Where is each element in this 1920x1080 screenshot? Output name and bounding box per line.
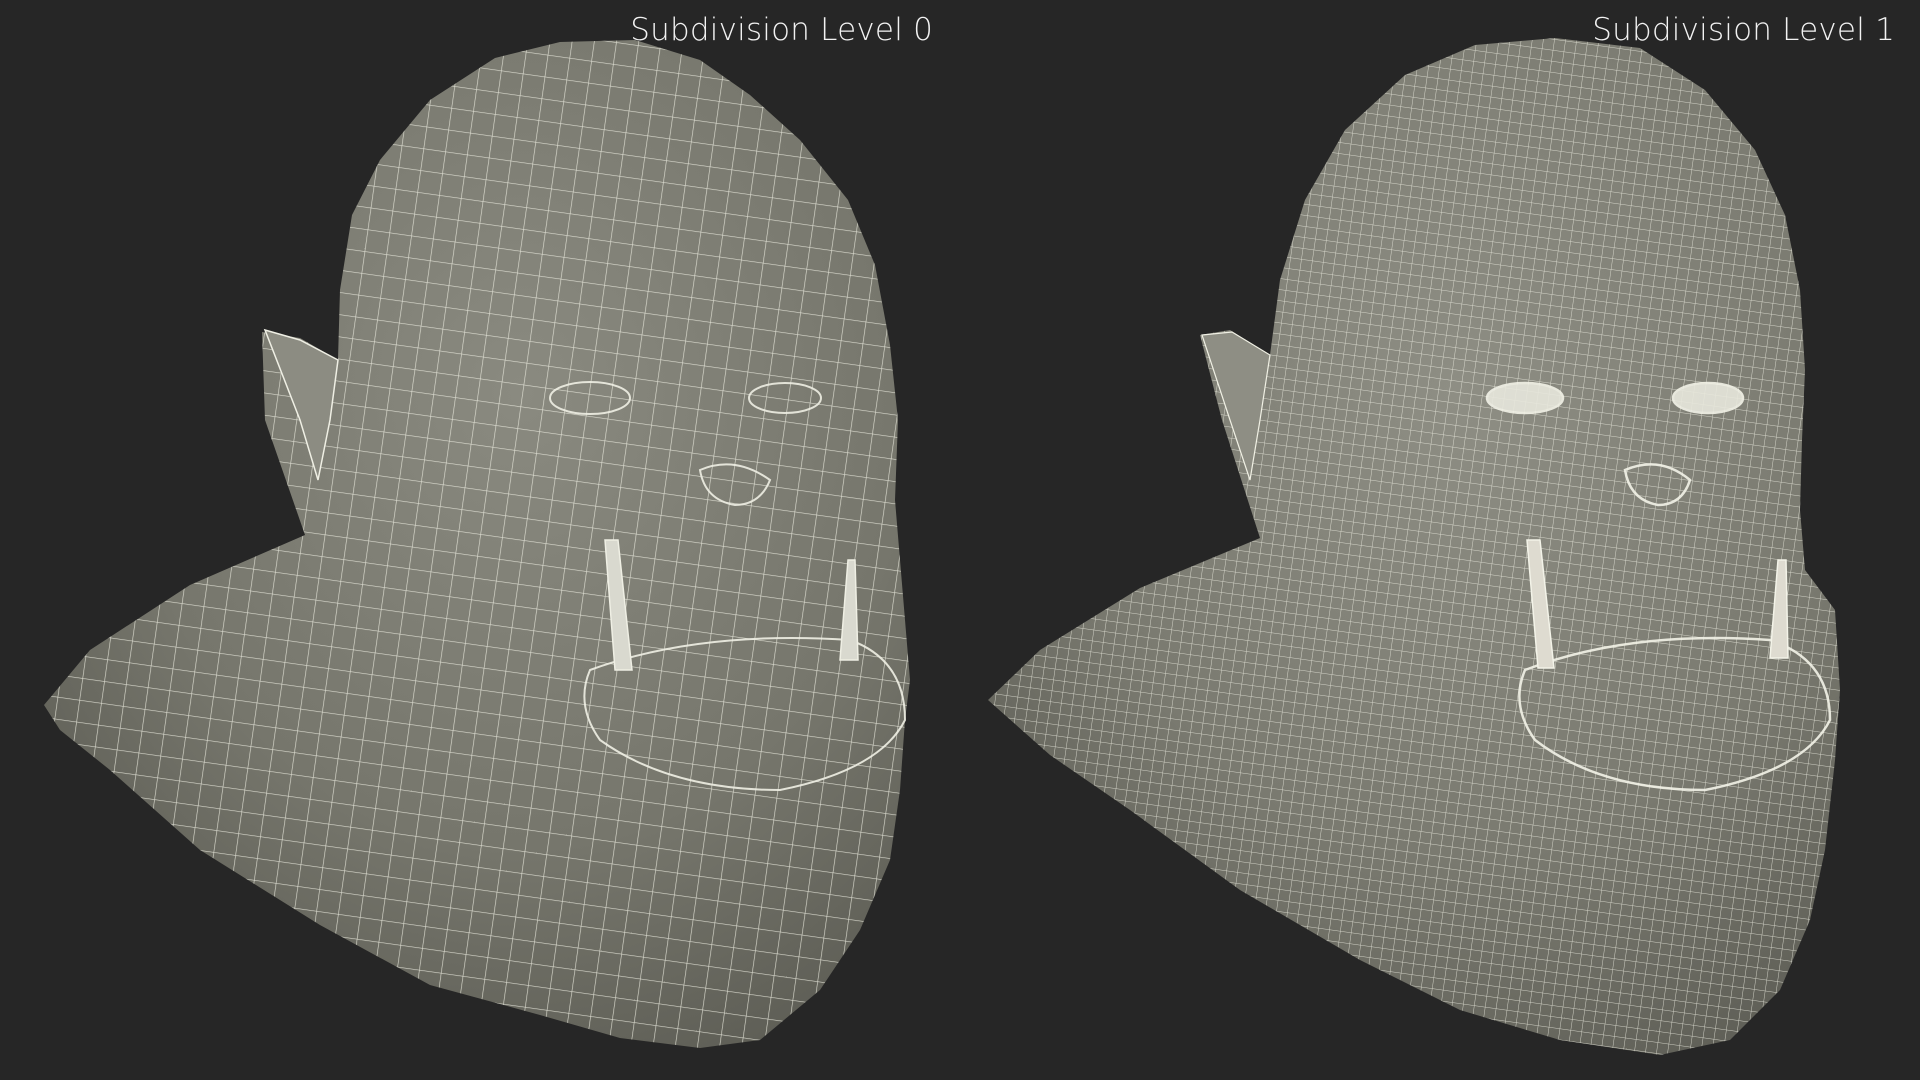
panel-subdivision-0: Subdivision Level 0 (0, 0, 960, 1080)
orc-head-wireframe-low (44, 40, 910, 1048)
mesh-surface (988, 38, 1840, 1055)
render-comparison: Subdivision Level 0 Subdivision Level 1 (0, 0, 1920, 1080)
orc-head-wireframe-high (988, 38, 1840, 1055)
right-eye (1671, 381, 1745, 415)
panel-subdivision-1: Subdivision Level 1 (960, 0, 1920, 1080)
left-eye (1485, 381, 1565, 415)
mesh-surface (44, 40, 910, 1048)
